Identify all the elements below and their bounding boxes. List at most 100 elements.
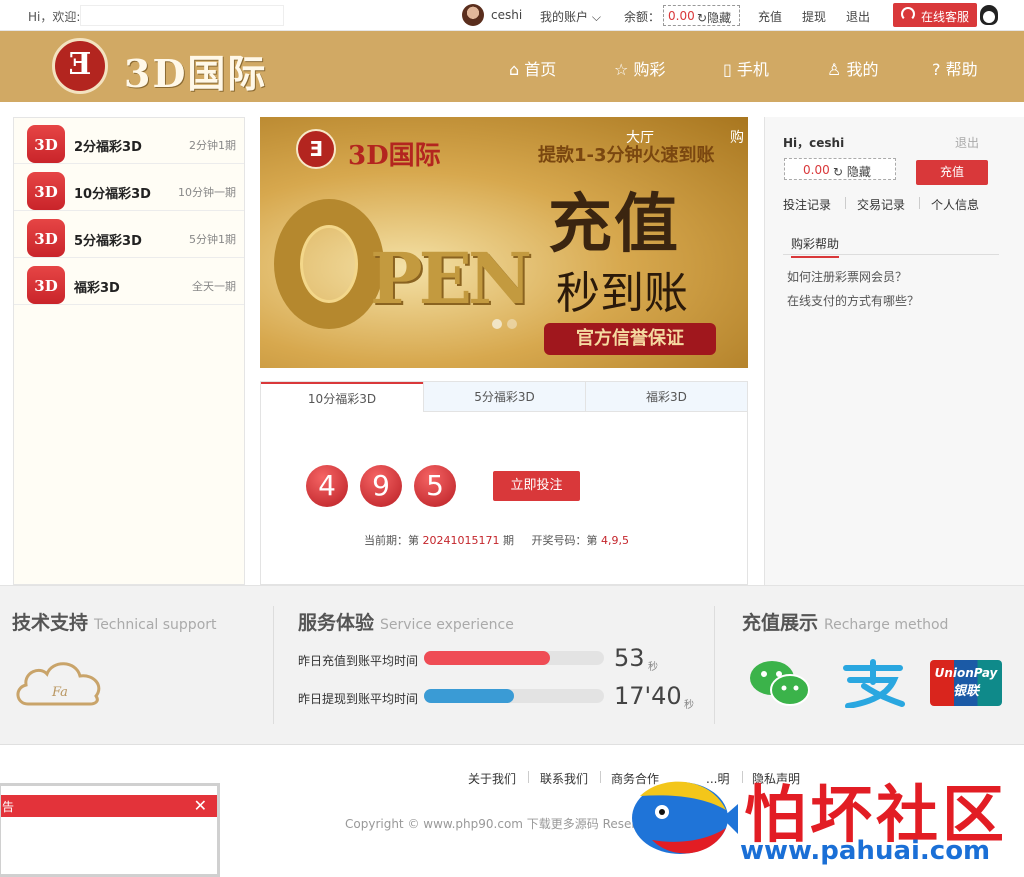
home-icon: ⌂ (509, 60, 520, 79)
site-header: Ǝ 3D国际 ⌂ 首页 ☆ 购彩 ▯ 手机 ♙ 我的 ? 帮助 (0, 31, 1024, 102)
wechat-pay-icon (750, 661, 810, 706)
nav-home[interactable]: ⌂ 首页 (509, 56, 556, 80)
user-icon: ♙ (827, 60, 842, 79)
lottery-3d-icon: 3D (27, 125, 65, 163)
nav-mine-label: 我的 (846, 60, 879, 79)
notice-popup: 告 ✕ (0, 783, 220, 877)
tab-buy-help[interactable]: 购彩帮助 (791, 235, 840, 258)
game-period-desc: 10分钟一期 (178, 186, 236, 199)
nav-mobile[interactable]: ▯ 手机 (723, 56, 769, 80)
banner-brand: 3D国际 (348, 141, 441, 171)
game-name: 5分福彩3D (74, 234, 142, 249)
banner-logo-mark: Ǝ (296, 129, 336, 169)
footer-divider (600, 771, 601, 783)
alipay-icon (843, 659, 905, 708)
user-balance-box: 0.00 ↻ 隐藏 (784, 158, 896, 180)
winning-prefix: 开奖号码：第 (531, 534, 598, 547)
account-menu-label: 我的账户 (540, 10, 589, 24)
recharge-time-unit: 秒 (648, 662, 658, 673)
logo-text[interactable]: 3D国际 (124, 43, 267, 98)
balance-box: 0.00 ↻隐藏 (663, 5, 740, 26)
mobile-icon: ▯ (723, 60, 732, 79)
refresh-icon: ↻ (697, 11, 708, 25)
greeting-text: Hi，欢迎: (28, 10, 81, 24)
hide-balance-toggle[interactable]: ↻隐藏 (697, 9, 731, 26)
refresh-icon: ↻ (833, 165, 844, 179)
footer-about-link[interactable]: 关于我们 (468, 770, 516, 787)
game-period-desc: 全天一期 (192, 280, 236, 293)
footer-divider (528, 771, 529, 783)
personal-info-link[interactable]: 个人信息 (931, 196, 979, 213)
withdraw-time-fill (424, 689, 514, 703)
popup-title-bar: 告 ✕ (1, 795, 217, 817)
account-menu[interactable]: 我的账户 ⌵ (540, 8, 601, 25)
section-divider (273, 606, 274, 724)
help-question-link[interactable]: 在线支付的方式有哪些？ (787, 292, 919, 309)
carousel-dot-1[interactable] (492, 319, 502, 329)
support-title: 技术支持 Technical support (12, 608, 217, 635)
promo-banner[interactable]: PEN Ǝ 3D国际 大厅 购 提款1-3分钟火速到账 充值 秒到账 官方信誉保… (260, 117, 748, 368)
winning-numbers: 4,9,5 (600, 534, 629, 547)
nav-buy-label: 购彩 (633, 60, 666, 79)
unionpay-text: UnionPay (934, 666, 998, 680)
game-list: 3D 2分福彩3D 2分钟1期 3D 10分福彩3D 10分钟一期 3D 5分福… (13, 117, 245, 585)
tab-fucai-3d[interactable]: 福彩3D (585, 382, 747, 412)
period-info: 当前期：第 20241015171 期 开奖号码：第 4,9,5 (364, 532, 629, 548)
tab-5min-3d[interactable]: 5分福彩3D (423, 382, 585, 412)
qq-penguin-icon[interactable] (980, 5, 998, 25)
watermark-url: www.pahuai.com (740, 836, 991, 866)
help-question-link[interactable]: 如何注册彩票网会员？ (787, 268, 907, 285)
game-name: 10分福彩3D (74, 187, 151, 202)
user-balance-value: 0.00 (803, 163, 830, 177)
nav-mine[interactable]: ♙ 我的 (827, 56, 878, 80)
nav-buy[interactable]: ☆ 购彩 (614, 56, 665, 80)
username-link[interactable]: ceshi (491, 8, 522, 22)
greeting-name-box (80, 5, 284, 26)
star-icon: ☆ (614, 60, 629, 79)
online-service-button[interactable]: 在线客服 (893, 3, 977, 27)
banner-tag-buy: 购 (730, 130, 744, 146)
bet-now-button[interactable]: 立即投注 (493, 471, 580, 501)
withdraw-link[interactable]: 提现 (802, 8, 826, 25)
banner-ribbon: 官方信誉保证 (544, 323, 716, 355)
nav-home-label: 首页 (524, 60, 557, 79)
draw-ball: 9 (360, 465, 402, 507)
logout-link[interactable]: 退出 (846, 8, 870, 25)
recharge-methods-title-cn: 充值展示 (742, 612, 819, 634)
draw-ball: 5 (414, 465, 456, 507)
period-suffix: 期 (502, 534, 514, 547)
user-avatar[interactable] (462, 4, 484, 26)
service-title: 服务体验 Service experience (298, 608, 514, 635)
recharge-link[interactable]: 充值 (758, 8, 782, 25)
banner-open-text: PEN (370, 237, 532, 320)
footer-contact-link[interactable]: 联系我们 (540, 770, 588, 787)
game-item[interactable]: 3D 5分福彩3D 5分钟1期 (14, 212, 244, 258)
unionpay-cn-text: 银联 (952, 684, 979, 699)
game-item[interactable]: 3D 2分福彩3D 2分钟1期 (14, 118, 244, 164)
cloud-icon: Fa (16, 662, 101, 706)
lottery-3d-icon: 3D (27, 172, 65, 210)
user-logout-link[interactable]: 退出 (955, 134, 979, 151)
nav-mobile-label: 手机 (736, 60, 769, 79)
transaction-records-link[interactable]: 交易记录 (857, 196, 905, 213)
balance-value: 0.00 (668, 9, 695, 23)
lottery-3d-icon: 3D (27, 219, 65, 257)
banner-open-o-graphic (274, 199, 384, 329)
recharge-time-label: 昨日充值到账平均时间 (298, 654, 419, 668)
hide-balance-label: 隐藏 (707, 11, 732, 25)
carousel-dot-2[interactable] (507, 319, 517, 329)
recharge-methods-title-en: Recharge method (824, 617, 949, 633)
game-item[interactable]: 3D 福彩3D 全天一期 (14, 259, 244, 305)
bet-records-link[interactable]: 投注记录 (783, 196, 831, 213)
user-hide-balance[interactable]: ↻ 隐藏 (833, 163, 871, 180)
online-service-label: 在线客服 (921, 10, 970, 24)
nav-help[interactable]: ? 帮助 (932, 56, 978, 80)
game-period-desc: 5分钟1期 (189, 233, 236, 246)
close-icon[interactable]: ✕ (194, 796, 207, 815)
logo-mark[interactable]: Ǝ (52, 38, 108, 94)
draw-ball: 4 (306, 465, 348, 507)
game-item[interactable]: 3D 10分福彩3D 10分钟一期 (14, 165, 244, 211)
user-recharge-button[interactable]: 充值 (916, 160, 988, 185)
tab-10min-3d[interactable]: 10分福彩3D (261, 382, 423, 412)
section-divider (714, 606, 715, 724)
